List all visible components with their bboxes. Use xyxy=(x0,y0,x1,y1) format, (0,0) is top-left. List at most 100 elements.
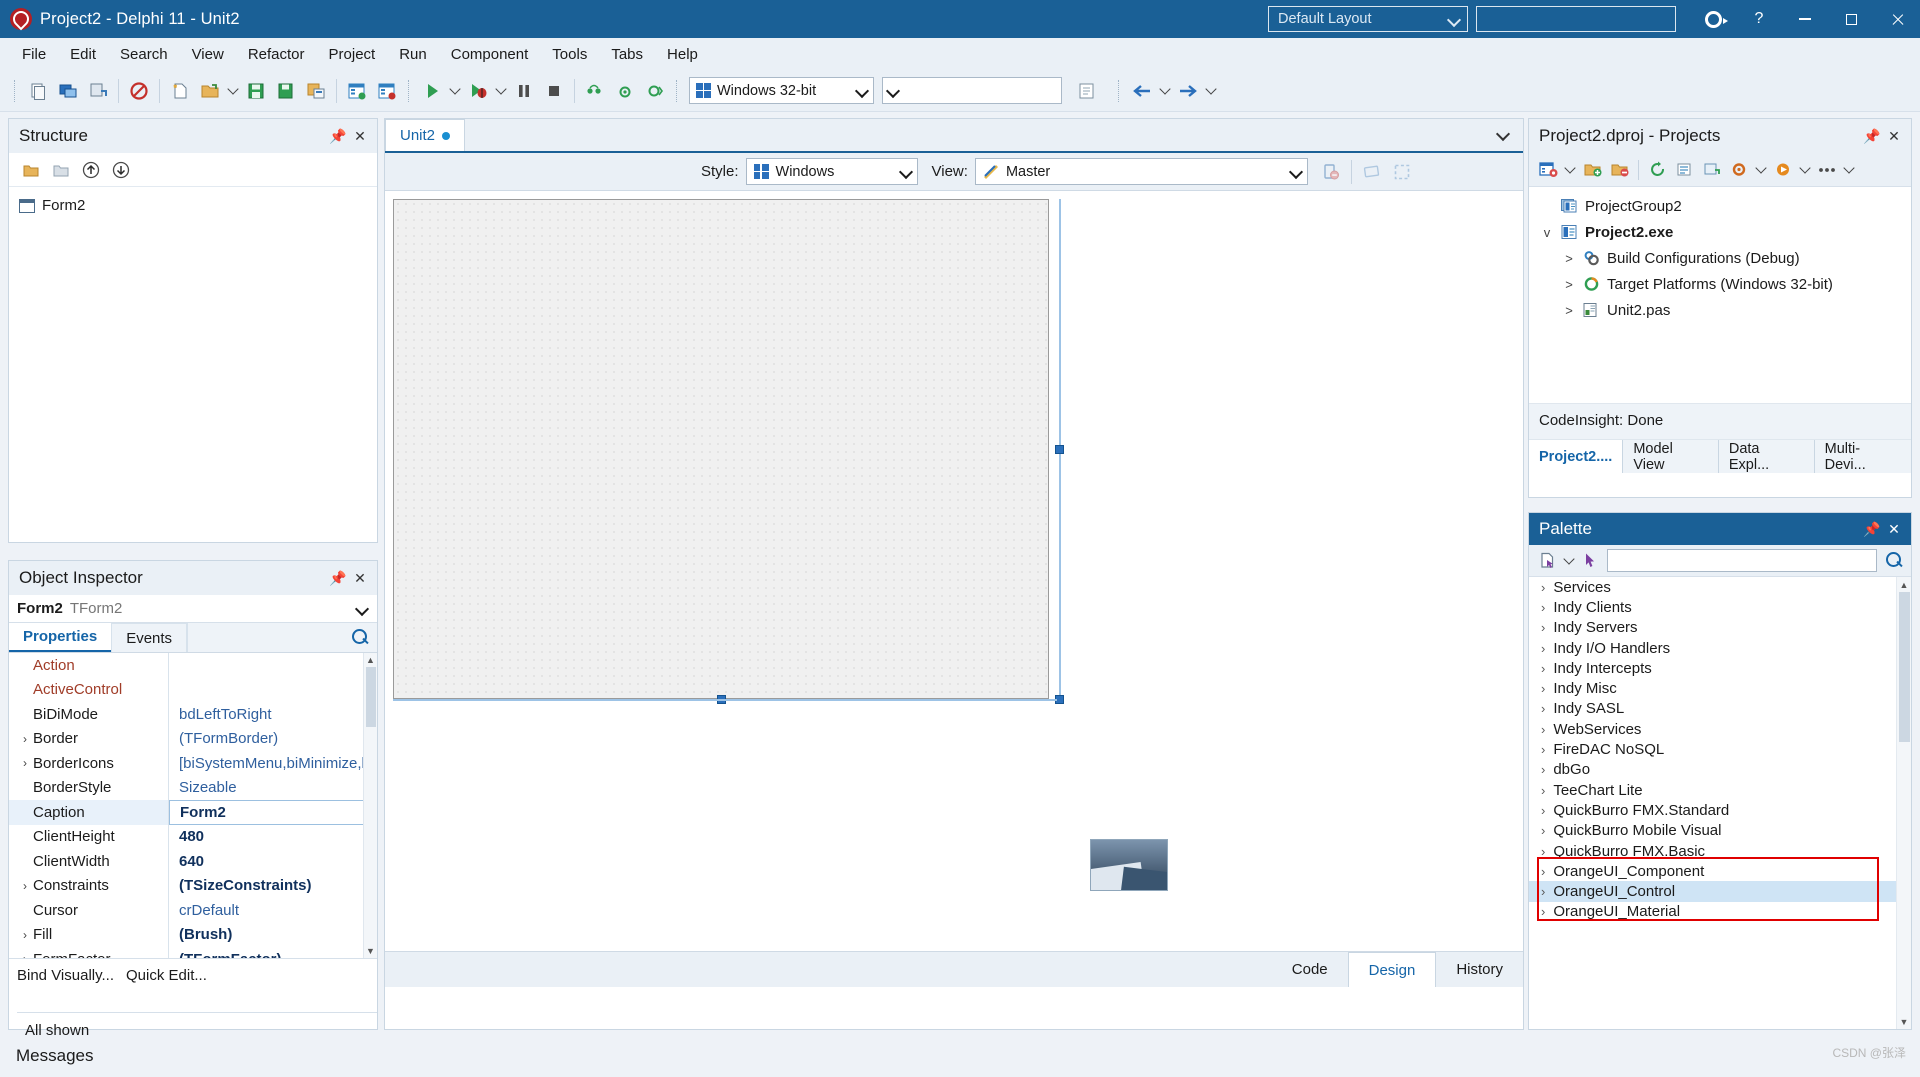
style-selector[interactable]: Windows xyxy=(746,158,918,185)
property-value[interactable]: crDefault xyxy=(169,902,377,919)
design-canvas[interactable] xyxy=(385,191,1523,951)
new-node-icon[interactable] xyxy=(17,156,45,184)
property-value[interactable]: (TSizeConstraints) xyxy=(169,877,377,894)
tab-code[interactable]: Code xyxy=(1272,952,1348,987)
search-input[interactable] xyxy=(1476,6,1676,32)
refresh-icon[interactable] xyxy=(1645,156,1671,184)
new-dropdown-icon[interactable] xyxy=(1562,155,1578,185)
tab-multi-device[interactable]: Multi-Devi... xyxy=(1814,440,1911,473)
property-value[interactable]: 640 xyxy=(169,853,377,870)
expander-icon[interactable]: › xyxy=(17,928,33,942)
pin-icon[interactable]: 📌 xyxy=(327,125,349,147)
property-value[interactable]: (Brush) xyxy=(169,926,377,943)
structure-node-form2[interactable]: Form2 xyxy=(19,195,377,216)
scroll-up-icon[interactable]: ▲ xyxy=(364,653,377,667)
list-item[interactable]: ›Indy Servers xyxy=(1529,618,1911,638)
tab-design[interactable]: Design xyxy=(1348,952,1437,987)
new-item-icon[interactable] xyxy=(165,76,195,106)
select-icon[interactable] xyxy=(1387,157,1417,187)
expander-icon[interactable]: › xyxy=(17,952,33,958)
list-item[interactable]: ›Indy Misc xyxy=(1529,678,1911,698)
list-item[interactable]: ›QuickBurro FMX.Basic xyxy=(1529,841,1911,861)
table-row[interactable]: ›Constraints(TSizeConstraints) xyxy=(9,874,377,899)
design-thumbnail[interactable] xyxy=(1090,839,1168,891)
property-value[interactable]: bdLeftToRight xyxy=(169,706,377,723)
move-up-icon[interactable] xyxy=(77,156,105,184)
layout-selector[interactable]: Default Layout xyxy=(1268,6,1468,32)
forward-icon[interactable] xyxy=(1173,76,1203,106)
toolbar-grip[interactable] xyxy=(14,80,17,102)
expander-icon[interactable]: › xyxy=(1541,641,1545,656)
tree-item-unit2pas[interactable]: > Unit2.pas xyxy=(1535,297,1911,323)
list-item[interactable]: ›dbGo xyxy=(1529,760,1911,780)
new-icon[interactable] xyxy=(23,76,53,106)
tree-item-project2exe[interactable]: v Project2.exe xyxy=(1535,219,1911,245)
table-row[interactable]: ActiveControl xyxy=(9,678,377,703)
open-project-icon[interactable] xyxy=(53,76,83,106)
list-item[interactable]: ›Indy SASL xyxy=(1529,699,1911,719)
remove-file-icon[interactable] xyxy=(1606,156,1632,184)
expander-icon[interactable]: › xyxy=(1541,701,1545,716)
expander-icon[interactable]: › xyxy=(1541,600,1545,615)
minimize-button[interactable] xyxy=(1782,0,1828,38)
view-form-icon[interactable] xyxy=(342,76,372,106)
editor-tab-unit2[interactable]: Unit2 xyxy=(385,119,465,151)
close-icon[interactable]: ✕ xyxy=(349,125,371,147)
new-project-icon[interactable] xyxy=(1535,156,1561,184)
run-dropdown-icon[interactable] xyxy=(1797,155,1813,185)
expander-icon[interactable]: › xyxy=(1541,620,1545,635)
property-value[interactable]: Sizeable xyxy=(169,779,377,796)
add-file-icon[interactable] xyxy=(1579,156,1605,184)
trace-into-icon[interactable] xyxy=(580,76,610,106)
run-icon[interactable] xyxy=(417,76,447,106)
menu-refactor[interactable]: Refactor xyxy=(236,42,317,67)
tab-history[interactable]: History xyxy=(1436,952,1523,987)
table-row[interactable]: ›Border(TFormBorder) xyxy=(9,727,377,752)
menu-file[interactable]: File xyxy=(10,42,58,67)
close-icon[interactable]: ✕ xyxy=(349,567,371,589)
tab-data-explorer[interactable]: Data Expl... xyxy=(1718,440,1814,473)
scrollbar-thumb[interactable] xyxy=(366,667,376,727)
tree-item-build-configurations[interactable]: > Build Configurations (Debug) xyxy=(1535,245,1911,271)
sync-icon[interactable] xyxy=(1699,156,1725,184)
toolbar-grip[interactable] xyxy=(1118,80,1121,102)
list-item-orangeui-control[interactable]: ›OrangeUI_Control xyxy=(1529,881,1911,901)
toggle-form-unit-icon[interactable] xyxy=(1072,76,1102,106)
resize-handle-right[interactable] xyxy=(1055,445,1064,454)
maximize-button[interactable] xyxy=(1828,0,1874,38)
run-dropdown-icon[interactable] xyxy=(447,76,463,106)
new-component-icon[interactable] xyxy=(1535,547,1561,575)
more-dropdown-icon[interactable] xyxy=(1841,155,1857,185)
property-value[interactable]: (TFormBorder) xyxy=(169,730,377,747)
list-item-orangeui-component[interactable]: ›OrangeUI_Component xyxy=(1529,861,1911,881)
property-grid-scrollbar[interactable]: ▲ ▼ xyxy=(363,653,377,958)
table-row[interactable]: ClientWidth640 xyxy=(9,849,377,874)
list-item[interactable]: ›Indy Clients xyxy=(1529,597,1911,617)
menu-project[interactable]: Project xyxy=(317,42,388,67)
list-item[interactable]: ›FireDAC NoSQL xyxy=(1529,739,1911,759)
run-target-icon[interactable] xyxy=(1770,156,1796,184)
tree-item-target-platforms[interactable]: > Target Platforms (Windows 32-bit) xyxy=(1535,271,1911,297)
table-row[interactable]: Action xyxy=(9,653,377,678)
property-value[interactable]: (TFormFactor) xyxy=(169,951,377,958)
table-row[interactable]: BiDiModebdLeftToRight xyxy=(9,702,377,727)
run-to-cursor-icon[interactable] xyxy=(640,76,670,106)
pin-icon[interactable]: 📌 xyxy=(1861,518,1883,540)
menu-edit[interactable]: Edit xyxy=(58,42,108,67)
expander-icon[interactable]: › xyxy=(17,732,33,746)
list-item[interactable]: ›QuickBurro Mobile Visual xyxy=(1529,821,1911,841)
menu-tools[interactable]: Tools xyxy=(540,42,599,67)
close-button[interactable] xyxy=(1874,0,1920,38)
menu-help[interactable]: Help xyxy=(655,42,710,67)
view-selector[interactable]: Master xyxy=(975,158,1308,185)
menu-view[interactable]: View xyxy=(180,42,236,67)
tab-properties[interactable]: Properties xyxy=(9,623,111,652)
scrollbar-thumb[interactable] xyxy=(1899,592,1910,742)
property-value[interactable]: [biSystemMenu,biMinimize,bi xyxy=(169,755,377,772)
property-value[interactable]: Form2 xyxy=(169,800,375,825)
delete-view-icon[interactable] xyxy=(1316,157,1346,187)
palette-scrollbar[interactable]: ▲ ▼ xyxy=(1896,577,1911,1029)
config-dropdown-icon[interactable] xyxy=(1753,155,1769,185)
table-row[interactable]: ›FormFactor(TFormFactor) xyxy=(9,947,377,958)
palette-category-list[interactable]: ›Services ›Indy Clients ›Indy Servers ›I… xyxy=(1529,577,1911,1029)
